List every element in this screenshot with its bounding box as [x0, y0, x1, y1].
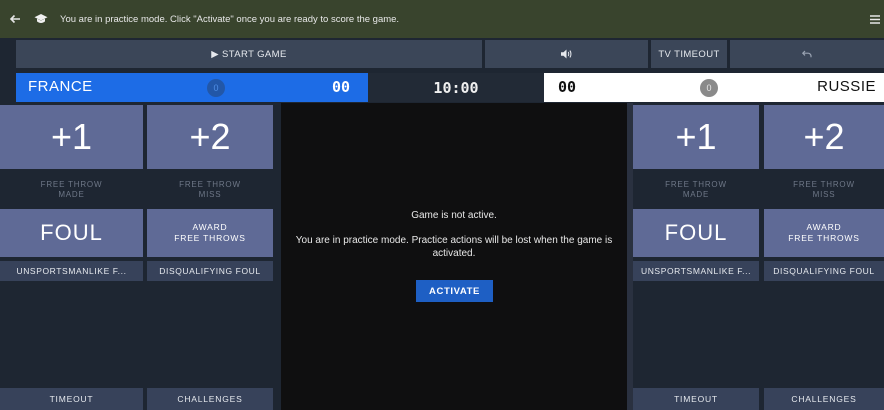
home-unsportsmanlike-foul-button[interactable]: UNSPORTSMANLIKE F...: [0, 261, 143, 281]
home-team-score: 00: [331, 78, 350, 96]
away-foul-button[interactable]: FOUL: [633, 209, 759, 257]
graduation-cap-icon: [30, 0, 52, 38]
away-ft-made-label-1: FREE THROW: [665, 180, 727, 189]
game-status-text: Game is not active.: [411, 210, 497, 221]
away-team-bar: 00 0 RUSSIE: [544, 73, 884, 102]
back-button[interactable]: [0, 0, 30, 38]
away-award-label-1: AWARD: [806, 222, 842, 232]
hamburger-menu-icon: [870, 14, 880, 24]
control-row: ▶ START GAME TV TIMEOUT: [0, 40, 884, 70]
game-clock[interactable]: 10:00: [368, 73, 544, 102]
home-ft-made-button[interactable]: FREE THROW MADE: [0, 175, 143, 205]
tv-timeout-button[interactable]: TV TIMEOUT: [651, 40, 727, 68]
home-team-name: FRANCE: [28, 78, 93, 95]
home-award-label-2: FREE THROWS: [174, 233, 246, 243]
practice-warning-text: You are in practice mode. Practice actio…: [295, 235, 613, 259]
away-award-free-throws-button[interactable]: AWARD FREE THROWS: [764, 209, 884, 257]
home-actions-panel: +1 +2 FREE THROW MADE FREE THROW MISS FO…: [0, 103, 281, 410]
home-ft-made-label-2: MADE: [58, 190, 85, 199]
home-team-fouls-badge: 0: [207, 79, 225, 97]
practice-message: You are in practice mode. Click "Activat…: [60, 13, 400, 25]
home-ft-miss-label-1: FREE THROW: [179, 180, 241, 189]
home-challenges-button[interactable]: CHALLENGES: [147, 388, 273, 410]
away-ft-miss-label-2: MISS: [812, 190, 836, 199]
game-status-panel: Game is not active. You are in practice …: [281, 103, 627, 410]
home-foul-button[interactable]: FOUL: [0, 209, 143, 257]
home-ft-made-label-1: FREE THROW: [40, 180, 103, 189]
away-team-name: RUSSIE: [817, 78, 876, 95]
practice-banner: You are in practice mode. Click "Activat…: [0, 0, 884, 38]
sound-button[interactable]: [485, 40, 648, 68]
home-award-free-throws-button[interactable]: AWARD FREE THROWS: [147, 209, 273, 257]
home-plus-one-button[interactable]: +1: [0, 105, 143, 169]
menu-button[interactable]: [866, 0, 884, 38]
volume-icon: [561, 49, 572, 59]
home-team-bar: FRANCE 0 00: [16, 73, 368, 102]
undo-icon: [802, 50, 812, 58]
away-ft-made-button[interactable]: FREE THROW MADE: [633, 175, 759, 205]
away-ft-miss-button[interactable]: FREE THROW MISS: [764, 175, 884, 205]
undo-button[interactable]: [730, 40, 884, 68]
away-team-fouls-badge: 0: [700, 79, 718, 97]
away-ft-made-label-2: MADE: [682, 190, 710, 199]
away-challenges-button[interactable]: CHALLENGES: [764, 388, 884, 410]
home-plus-two-button[interactable]: +2: [147, 105, 273, 169]
away-actions-panel: +1 +2 FREE THROW MADE FREE THROW MISS FO…: [633, 103, 884, 410]
home-timeout-button[interactable]: TIMEOUT: [0, 388, 143, 410]
away-plus-one-button[interactable]: +1: [633, 105, 759, 169]
away-plus-two-button[interactable]: +2: [764, 105, 884, 169]
away-unsportsmanlike-foul-button[interactable]: UNSPORTSMANLIKE F...: [633, 261, 759, 281]
home-disqualifying-foul-button[interactable]: DISQUALIFYING FOUL: [147, 261, 273, 281]
scorer-app: You are in practice mode. Click "Activat…: [0, 0, 884, 410]
arrow-left-icon: [9, 14, 20, 24]
activate-button[interactable]: ACTIVATE: [416, 280, 493, 302]
away-ft-miss-label-1: FREE THROW: [793, 180, 855, 189]
score-row: FRANCE 0 00 10:00 00 0 RUSSIE: [0, 73, 884, 102]
away-disqualifying-foul-button[interactable]: DISQUALIFYING FOUL: [764, 261, 884, 281]
home-ft-miss-button[interactable]: FREE THROW MISS: [147, 175, 273, 205]
away-timeout-button[interactable]: TIMEOUT: [633, 388, 759, 410]
home-award-label-1: AWARD: [192, 222, 228, 232]
start-game-button[interactable]: ▶ START GAME: [16, 40, 482, 68]
home-ft-miss-label-2: MISS: [198, 190, 222, 199]
away-team-score: 00: [558, 78, 577, 96]
away-award-label-2: FREE THROWS: [788, 233, 860, 243]
